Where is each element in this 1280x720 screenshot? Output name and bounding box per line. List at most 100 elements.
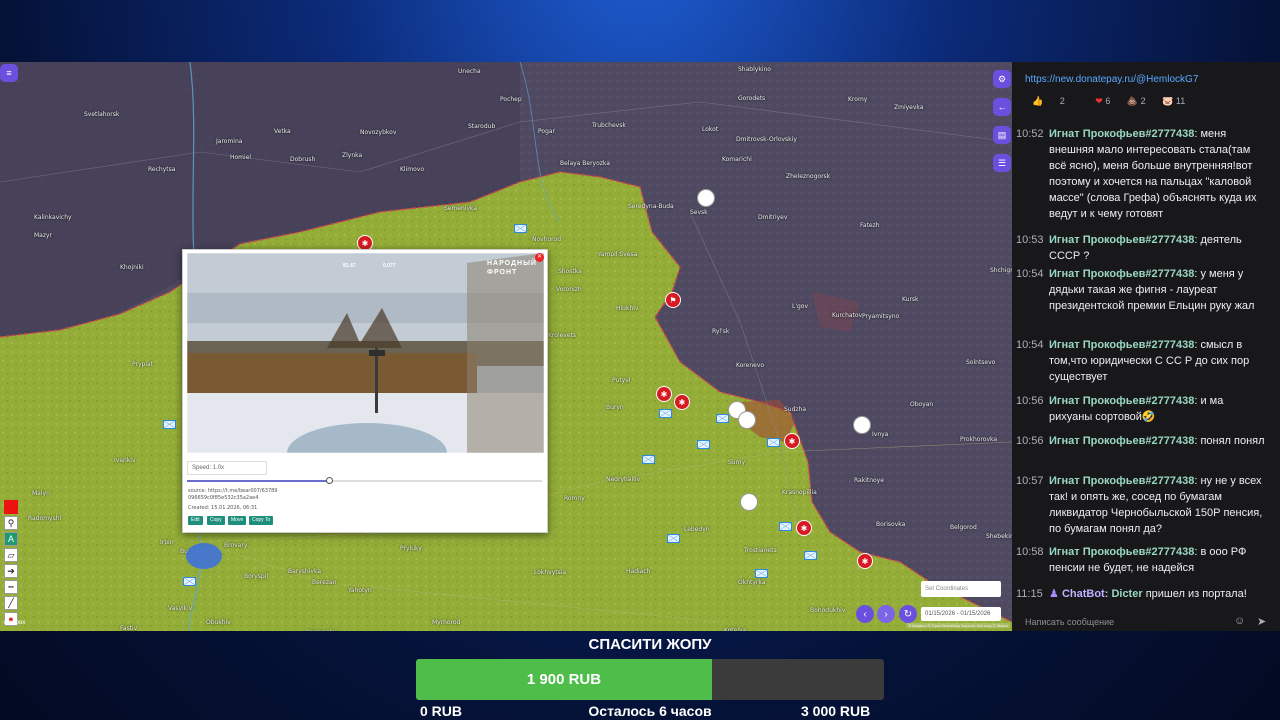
- date-range-input[interactable]: 01/15/2026 - 01/15/2026: [921, 607, 1001, 621]
- speed-slider[interactable]: [187, 477, 542, 484]
- attack-marker[interactable]: ✱: [784, 433, 800, 449]
- message-username[interactable]: Игнат Прокофьев#2777438: [1049, 475, 1194, 487]
- layers-icon[interactable]: ≡: [0, 64, 18, 82]
- unit-marker[interactable]: [642, 455, 655, 464]
- next-icon[interactable]: ›: [877, 605, 895, 623]
- chat-message: 10:57 Игнат Прокофьев#2777438: ну не у вс…: [1016, 473, 1268, 537]
- city-label: Prypiat: [132, 361, 154, 368]
- donate-link[interactable]: https://new.donatepay.ru/@HemlockG7: [1025, 74, 1198, 85]
- city-label: Baryshivka: [288, 568, 322, 575]
- unit-marker[interactable]: [667, 534, 680, 543]
- message-username[interactable]: Игнат Прокофьев#2777438: [1049, 546, 1194, 558]
- unit-marker[interactable]: [697, 440, 710, 449]
- unit-marker[interactable]: [659, 409, 672, 418]
- message-username[interactable]: Игнат Прокофьев#2777438: [1049, 268, 1194, 280]
- arrow-tool-icon[interactable]: ➔: [4, 564, 18, 578]
- city-label: Solntsevo: [966, 359, 996, 366]
- unit-marker[interactable]: [514, 224, 527, 233]
- city-label: Irpin: [160, 539, 174, 546]
- send-icon[interactable]: ➤: [1257, 615, 1266, 628]
- unit-marker[interactable]: [779, 522, 792, 531]
- russian-flag-marker[interactable]: [853, 416, 871, 434]
- heart-icon[interactable]: ❤ 6: [1095, 96, 1110, 106]
- city-label: Voronizh: [556, 286, 582, 293]
- city-label: Komarichi: [722, 156, 752, 163]
- reactions-bar[interactable]: 👍 2 ❤ 6 💩 2 🐷 11: [1032, 96, 1199, 107]
- city-label: Kurchatov: [832, 312, 863, 319]
- thumbs-up-icon[interactable]: 👍 2: [1032, 96, 1079, 106]
- unit-marker[interactable]: [163, 420, 176, 429]
- edit-button[interactable]: Edit: [188, 516, 203, 525]
- city-label: Sevsk: [690, 209, 708, 216]
- message-username[interactable]: Игнат Прокофьев#2777438: [1049, 234, 1194, 246]
- city-label: Yampil Svesa: [598, 251, 638, 258]
- message-time: 10:56: [1016, 395, 1044, 407]
- line-tool-icon[interactable]: ╱: [4, 596, 18, 610]
- message-username[interactable]: Игнат Прокофьев#2777438: [1049, 339, 1194, 351]
- close-icon[interactable]: ✕: [535, 253, 544, 262]
- pig-icon[interactable]: 🐷 11: [1162, 96, 1185, 106]
- attack-marker[interactable]: ✱: [656, 386, 672, 402]
- city-label: Shablykino: [738, 66, 771, 73]
- city-label: Sumy: [728, 459, 746, 466]
- attack-marker[interactable]: ✱: [796, 520, 812, 536]
- city-label: Zheleznogorsk: [786, 173, 831, 180]
- back-arrow-icon[interactable]: ←: [993, 98, 1011, 116]
- message-time: 10:52: [1016, 128, 1044, 140]
- city-label: Dobrush: [290, 156, 316, 163]
- video-player[interactable]: 81.47 0.077 НАРОДНЫЙ ФРОНТ: [187, 253, 544, 453]
- unit-marker[interactable]: [755, 569, 768, 578]
- city-label: Ivnya: [872, 431, 889, 438]
- color-tool-icon[interactable]: [4, 500, 18, 514]
- settings-icon[interactable]: ⚙: [993, 70, 1011, 88]
- ukrainian-flag-marker[interactable]: [738, 411, 756, 429]
- copy-to-button[interactable]: Copy To: [249, 516, 274, 525]
- city-label: Lokot: [702, 126, 719, 133]
- speed-select[interactable]: Speed: 1.0x: [187, 461, 267, 475]
- war-map[interactable]: Unecha Shablykino Svetlahorsk Pochep Gorodet…: [0, 62, 1012, 631]
- city-label: Khojniki: [120, 264, 144, 271]
- city-label: Vasylkiv: [168, 605, 193, 612]
- ukrainian-flag-marker[interactable]: [740, 493, 758, 511]
- city-label: Zmiyevka: [894, 104, 924, 111]
- city-label: Semenivka: [444, 205, 478, 212]
- prev-icon[interactable]: ‹: [856, 605, 874, 623]
- refresh-icon[interactable]: ↻: [899, 605, 917, 623]
- unit-marker[interactable]: [767, 438, 780, 447]
- attack-marker[interactable]: ✱: [857, 553, 873, 569]
- message-username[interactable]: Игнат Прокофьев#2777438: [1049, 435, 1194, 447]
- unit-marker[interactable]: [183, 577, 196, 586]
- text-tool-icon[interactable]: A: [4, 532, 18, 546]
- emoji-icon[interactable]: ☺: [1234, 615, 1245, 627]
- polygon-tool-icon[interactable]: ▱: [4, 548, 18, 562]
- poop-icon[interactable]: 💩 2: [1127, 96, 1146, 106]
- book-icon[interactable]: ▤: [993, 126, 1011, 144]
- list-icon[interactable]: ☰: [993, 154, 1011, 172]
- city-label: Belaya Beryozka: [560, 160, 610, 167]
- city-label: Radomyshl: [28, 515, 62, 522]
- message-username[interactable]: Игнат Прокофьев#2777438: [1049, 128, 1194, 140]
- goal-target-label: 3 000 RUB: [801, 703, 871, 719]
- move-button[interactable]: Move: [228, 516, 247, 525]
- city-label: Klimovo: [400, 166, 425, 173]
- source-link[interactable]: source: https://t.me/bear007/63789: [188, 488, 278, 494]
- kyiv-cluster-marker[interactable]: [186, 543, 222, 569]
- city-label: Trostianets: [744, 547, 777, 554]
- unit-marker[interactable]: [716, 414, 729, 423]
- slider-handle[interactable]: [326, 477, 333, 484]
- copy-button[interactable]: Copy: [207, 516, 225, 525]
- marker-tool-icon[interactable]: ⚲: [4, 516, 18, 530]
- unit-marker[interactable]: [804, 551, 817, 560]
- coordinates-input[interactable]: Set Coordinates: [921, 581, 1001, 597]
- city-label: Shebekino: [986, 533, 1012, 540]
- russian-flag-marker[interactable]: [697, 189, 715, 207]
- video-popup[interactable]: 81.47 0.077 НАРОДНЫЙ ФРОНТ ✕ Speed: 1.0x…: [182, 249, 548, 533]
- dashed-line-tool-icon[interactable]: ┅: [4, 580, 18, 594]
- attack-marker[interactable]: ✱: [674, 394, 690, 410]
- flag-marker[interactable]: ⚑: [665, 292, 681, 308]
- city-label: Dmitrovsk-Orlovskiy: [736, 136, 797, 143]
- message-username[interactable]: Игнат Прокофьев#2777438: [1049, 395, 1194, 407]
- city-label: Berezan: [312, 579, 337, 586]
- map-attribution[interactable]: © Mapbox © OpenStreetMap Improve this ma…: [906, 623, 1010, 628]
- video-hud-left: 81.47: [343, 263, 356, 269]
